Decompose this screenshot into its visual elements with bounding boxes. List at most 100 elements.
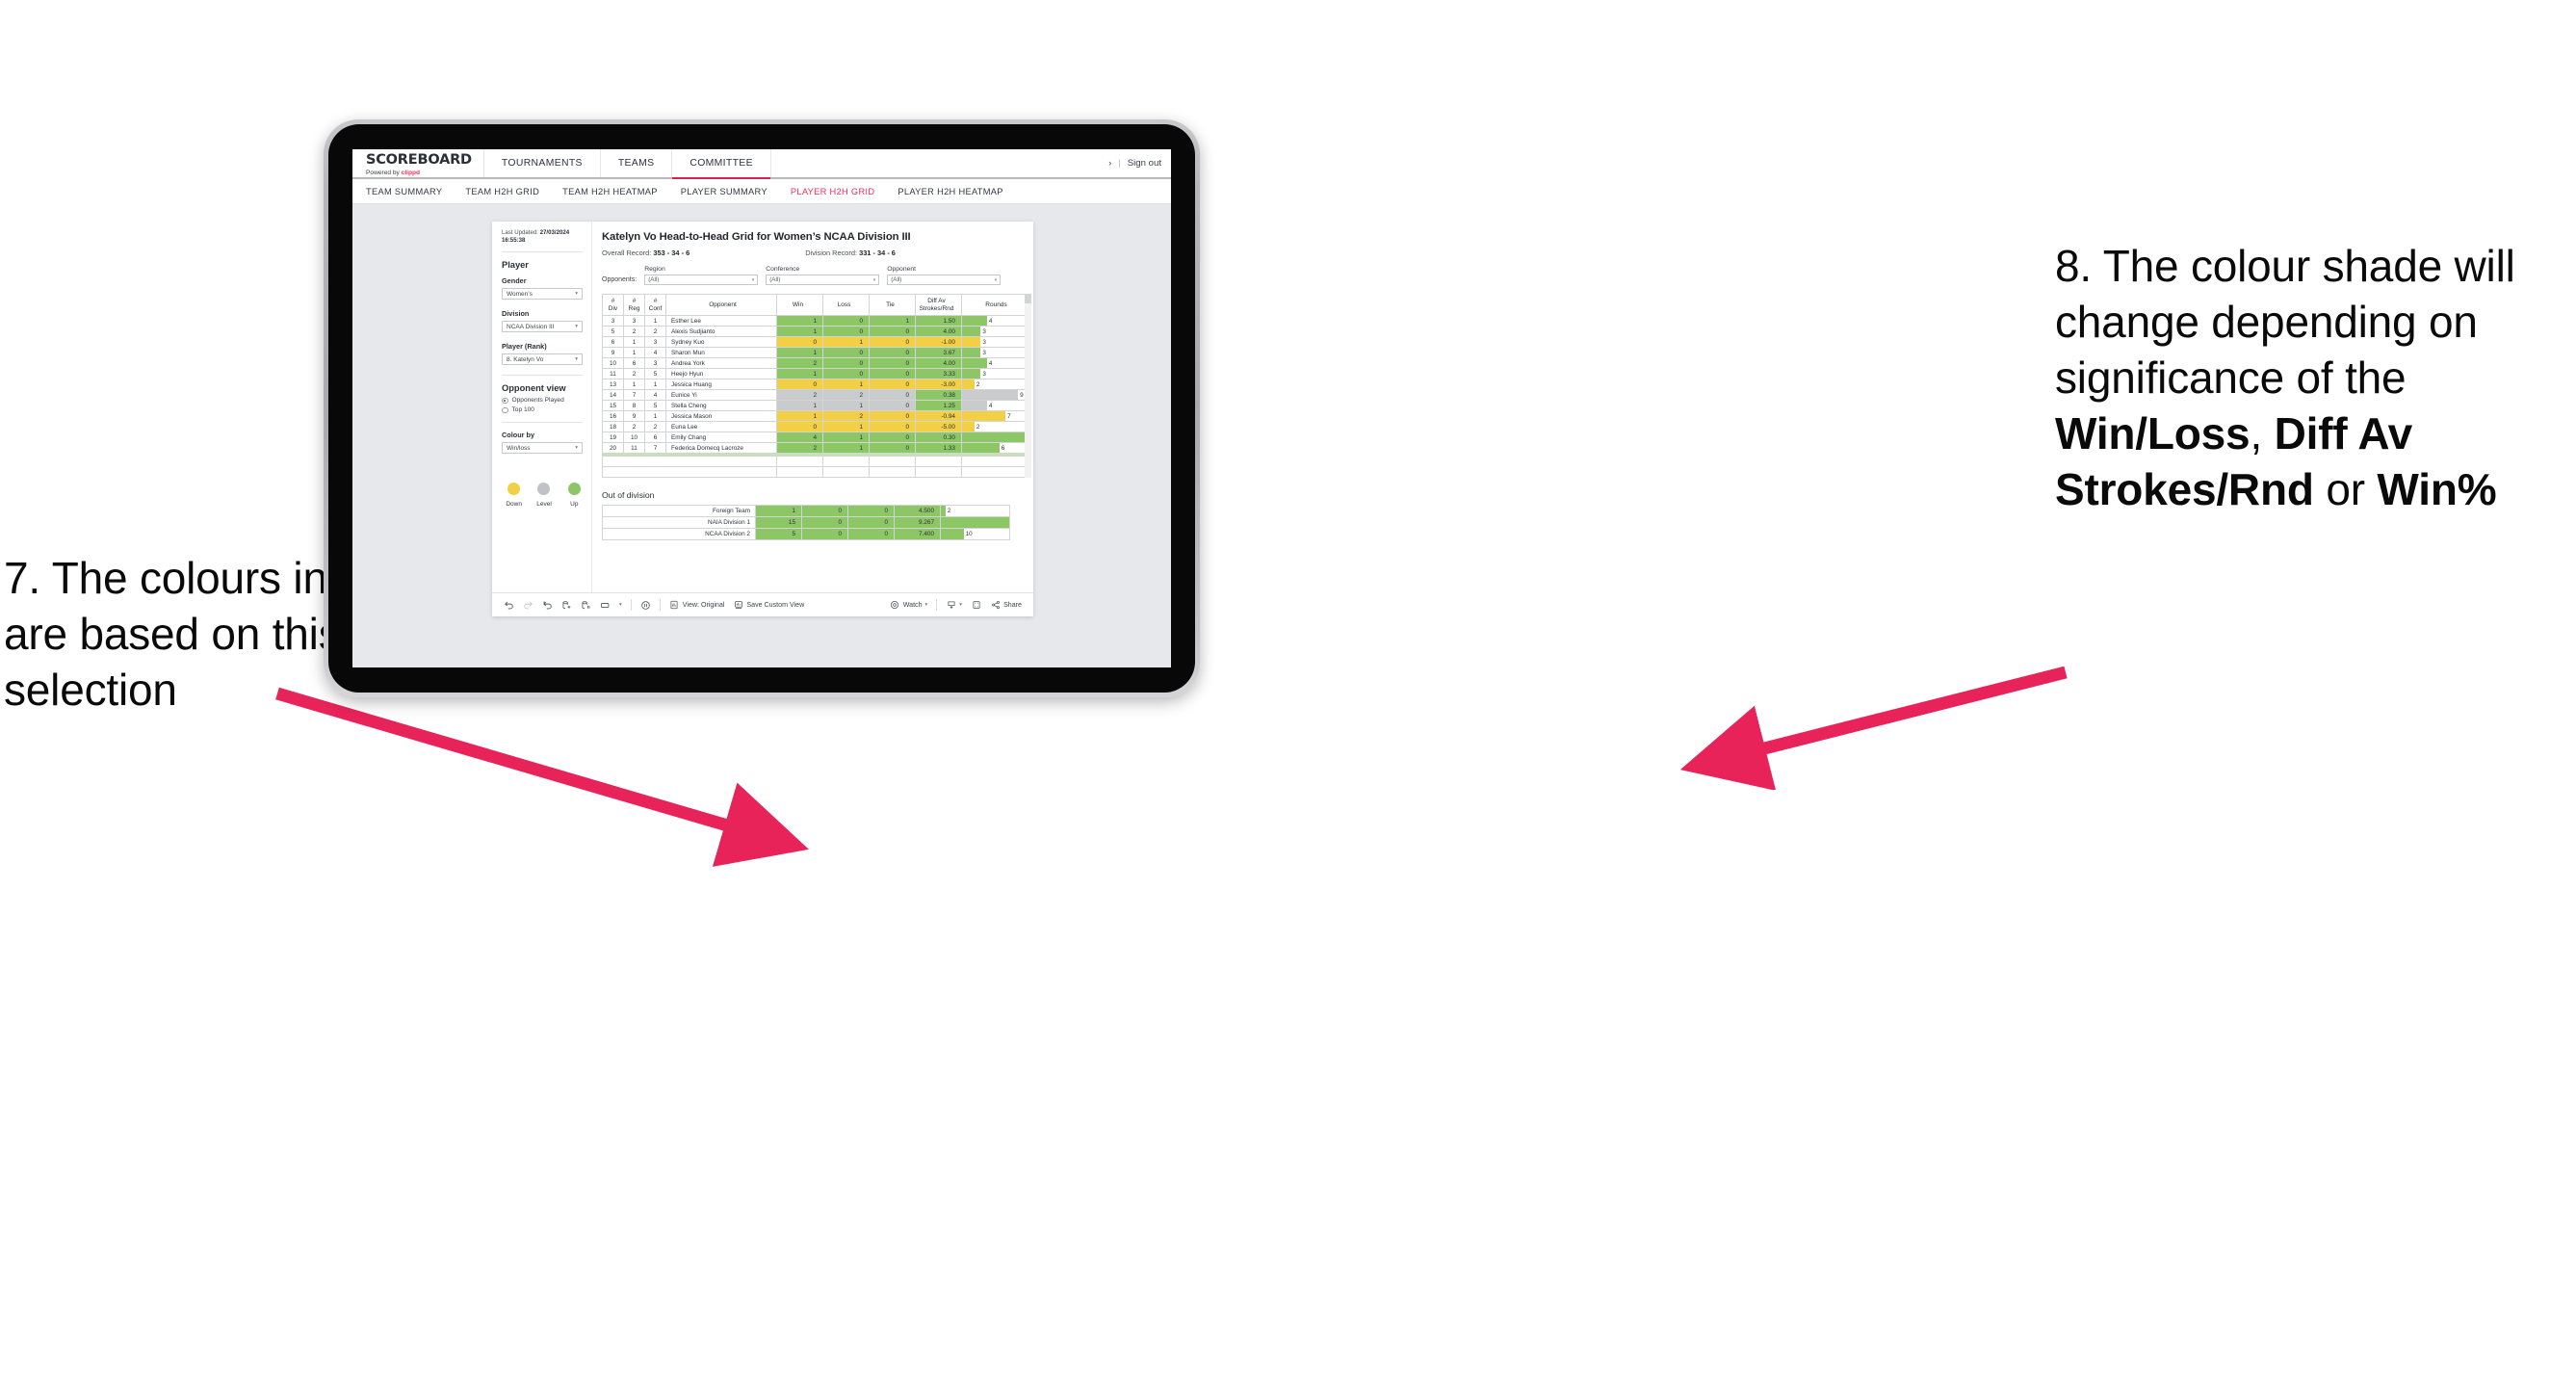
- cell-rounds: 3: [961, 336, 1031, 348]
- cell-diff: 3.67: [915, 347, 962, 358]
- cell-reg: 1: [623, 379, 645, 390]
- cell-win: 0: [776, 421, 823, 432]
- cell-tie: 0: [847, 528, 895, 540]
- nav-tab-teams[interactable]: TEAMS: [600, 149, 673, 177]
- share-icon: [990, 600, 1001, 611]
- table-scrollbar-thumb[interactable]: [1025, 294, 1031, 303]
- table-row[interactable]: 10 6 3 Andrea York 2 0 0 4.00 4: [602, 357, 1031, 369]
- table-row[interactable]: 9 1 4 Sharon Mun 1 0 0 3.67 3: [602, 347, 1031, 358]
- rounds-value: 6: [1001, 445, 1005, 452]
- annotation-right: 8. The colour shade will change dependin…: [2055, 239, 2567, 518]
- legend-label-up: Up: [570, 501, 579, 509]
- nav-tab-committee[interactable]: COMMITTEE: [672, 149, 771, 179]
- colour-by-select-value: Win/loss: [507, 444, 531, 452]
- pause-updates-icon[interactable]: [581, 600, 591, 611]
- redo-icon[interactable]: [523, 600, 533, 611]
- cell-group-name: NCAA Division 2: [602, 528, 756, 540]
- cell-tie: 0: [869, 347, 916, 358]
- legend-dot-level: [537, 483, 551, 496]
- filter-sidebar: Last Updated: 27/03/2024 16:55:38 Player…: [492, 222, 592, 592]
- player-rank-select[interactable]: 8. Katelyn Vo ▾: [502, 353, 583, 366]
- filter-opponent-select[interactable]: (All) ▾: [887, 275, 1002, 285]
- download-button[interactable]: ▾: [946, 600, 962, 611]
- cell-rounds: 11: [961, 431, 1031, 443]
- division-select[interactable]: NCAA Division III ▾: [502, 321, 583, 333]
- share-button[interactable]: Share: [990, 600, 1022, 611]
- cell-div: 14: [602, 389, 624, 401]
- out-of-division-row[interactable]: NAIA Division 115009.26730: [602, 516, 1010, 529]
- sub-tab-team-h2h-heatmap[interactable]: TEAM H2H HEATMAP: [562, 187, 658, 196]
- table-row[interactable]: 3 3 1 Esther Lee 1 0 1 1.50 4: [602, 315, 1031, 327]
- rounds-value: 3: [982, 328, 986, 335]
- cell-rounds: 7: [961, 410, 1031, 422]
- division-record: Division Record: 331 - 34 - 6: [805, 248, 896, 257]
- sub-tab-player-summary[interactable]: PLAYER SUMMARY: [681, 187, 768, 196]
- gender-select[interactable]: Women’s ▾: [502, 288, 583, 301]
- watch-chevron-icon: ▾: [924, 602, 928, 608]
- save-custom-view-button[interactable]: Save Custom View: [733, 600, 804, 611]
- table-row[interactable]: 5 2 2 Alexis Sudjianto 1 0 0 4.00 3: [602, 326, 1031, 337]
- cell-opponent: Sharon Mun: [665, 347, 777, 358]
- radio-opponents-played[interactable]: Opponents Played: [502, 397, 583, 404]
- revert-icon[interactable]: [542, 600, 553, 611]
- nav-tab-tournaments[interactable]: TOURNAMENTS: [483, 149, 601, 177]
- brand-logo[interactable]: SCOREBOARD Powered by clippd: [352, 149, 484, 177]
- sub-tab-player-h2h-heatmap[interactable]: PLAYER H2H HEATMAP: [898, 187, 1002, 196]
- filter-region-value: (All): [648, 276, 660, 283]
- radio-top-100[interactable]: Top 100: [502, 406, 583, 413]
- undo-icon[interactable]: [504, 600, 514, 611]
- table-row[interactable]: 15 8 5 Stella Cheng 1 1 0 1.25 4: [602, 400, 1031, 411]
- cell-loss: 0: [822, 357, 870, 369]
- filter-region-select[interactable]: (All) ▾: [644, 275, 759, 285]
- opponent-view-heading: Opponent view: [502, 383, 566, 394]
- table-scrollbar[interactable]: [1025, 294, 1031, 478]
- table-row[interactable]: 11 2 5 Heejo Hyun 1 0 0 3.33 3: [602, 368, 1031, 379]
- cell-diff: 1.50: [915, 315, 962, 327]
- device-layout-chevron-icon[interactable]: ▾: [619, 602, 622, 608]
- table-row[interactable]: 13 1 1 Jessica Huang 0 1 0 -3.00 2: [602, 379, 1031, 390]
- annotation-right-part3: or: [2313, 463, 2378, 514]
- sub-tab-team-summary[interactable]: TEAM SUMMARY: [366, 187, 442, 196]
- filter-conference-select[interactable]: (All) ▾: [766, 275, 880, 285]
- sub-tab-team-h2h-grid[interactable]: TEAM H2H GRID: [465, 187, 539, 196]
- colour-by-select[interactable]: Win/loss ▾: [502, 442, 583, 455]
- cell-diff: 4.00: [915, 357, 962, 369]
- rounds-bar: [962, 369, 981, 379]
- cell-opponent: Euna Lee: [665, 421, 777, 432]
- cell-win: 2: [776, 389, 823, 401]
- cell-rounds: 2: [961, 421, 1031, 432]
- table-row[interactable]: 18 2 2 Euna Lee 0 1 0 -5.00 2: [602, 421, 1031, 432]
- out-of-division-table: Foreign Team 1 0 0 4.500 2 NAIA Division 1 15 0 0…: [602, 505, 1010, 540]
- device-layout-icon[interactable]: [600, 600, 611, 611]
- table-row[interactable]: 14 7 4 Eunice Yi 2 2 0 0.38 9: [602, 389, 1031, 401]
- rounds-bar: [962, 443, 1000, 453]
- cell-tie: 0: [869, 442, 916, 454]
- rounds-value: 7: [1007, 413, 1011, 420]
- sign-out-link[interactable]: Sign out: [1128, 158, 1161, 169]
- cell-loss: 0: [822, 326, 870, 337]
- col-conf: # Conf: [644, 294, 666, 316]
- out-of-division-row[interactable]: Foreign Team 1 0 0 4.500 2: [602, 505, 1010, 517]
- watch-button[interactable]: Watch ▾: [890, 600, 928, 611]
- cell-opponent: Andrea York: [665, 357, 777, 369]
- table-row[interactable]: 20 11 7 Federica Domecq Lacroze 2 1 0 1.33 6: [602, 442, 1031, 454]
- refresh-data-icon[interactable]: [561, 600, 572, 611]
- brand-powered-by: Powered by: [366, 169, 402, 176]
- view-original-button[interactable]: View: Original: [669, 600, 724, 611]
- out-of-division-row[interactable]: NCAA Division 2 5 0 0 7.400 10: [602, 528, 1010, 540]
- sub-tab-player-h2h-grid[interactable]: PLAYER H2H GRID: [791, 187, 875, 196]
- fullscreen-icon[interactable]: [971, 600, 981, 611]
- tablet-bezel: SCOREBOARD Powered by clippd TOURNAMENTS…: [328, 124, 1195, 693]
- table-row[interactable]: 19106Emily Chang4100.3011: [602, 431, 1031, 443]
- cell-win: 1: [776, 315, 823, 327]
- table-row[interactable]: 6 1 3 Sydney Kuo 0 1 0 -1.00 3: [602, 336, 1031, 348]
- cell-tie: 1: [869, 315, 916, 327]
- account-chevron-icon[interactable]: ›: [1108, 158, 1111, 169]
- pause-auto-update-icon[interactable]: [640, 600, 651, 611]
- cell-conf: 2: [644, 421, 666, 432]
- rounds-bar: [962, 379, 975, 389]
- col-diff: Diff Av Strokes/Rnd: [915, 294, 962, 316]
- table-row[interactable]: 16 9 1 Jessica Mason 1 2 0 -0.94 7: [602, 410, 1031, 422]
- annotation-right-bold1: Win/Loss: [2055, 407, 2251, 458]
- table-bottom-edge: [602, 466, 1031, 478]
